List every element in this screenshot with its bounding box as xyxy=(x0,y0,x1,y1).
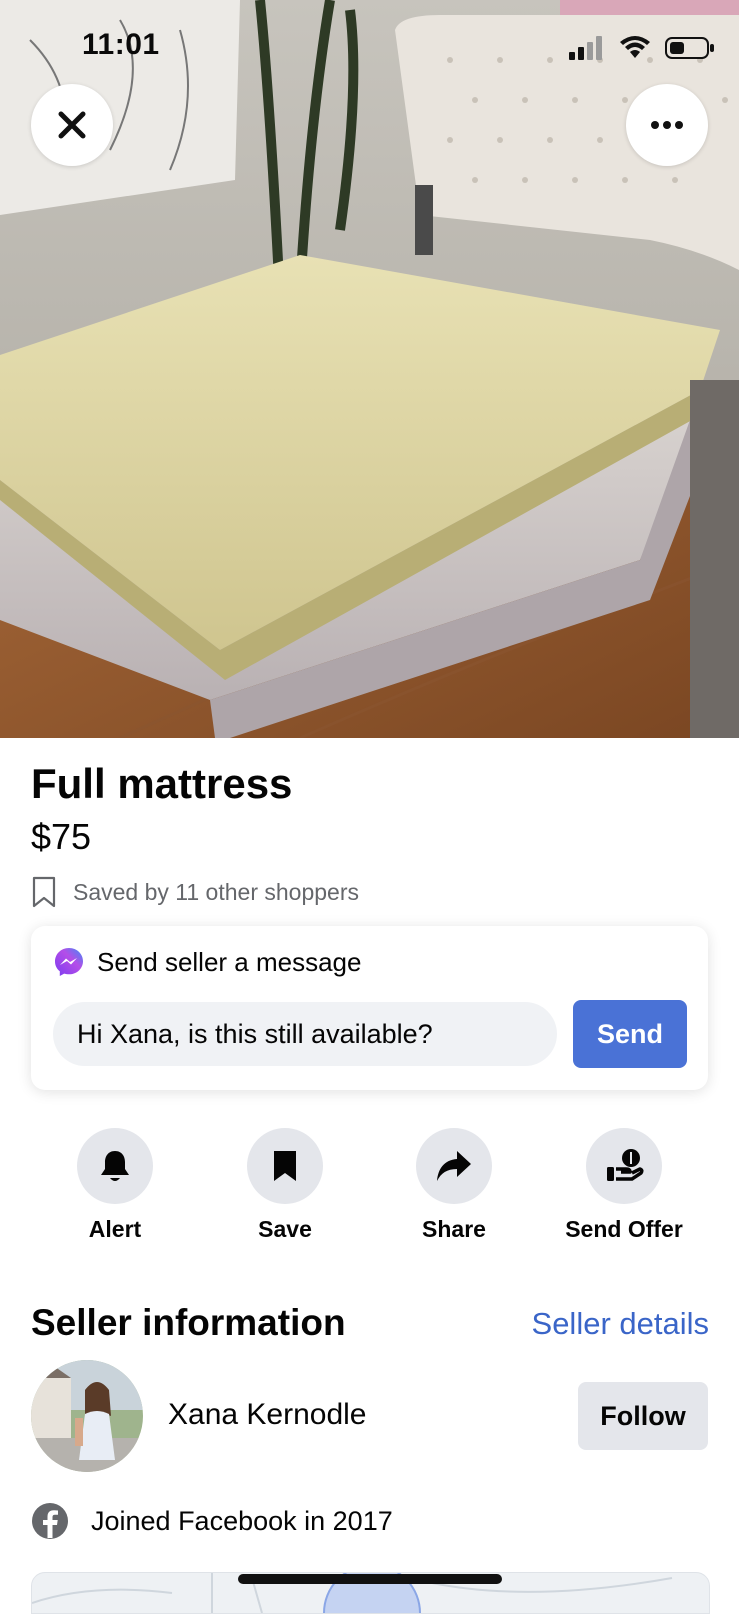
seller-name[interactable]: Xana Kernodle xyxy=(168,1398,367,1432)
follow-button[interactable]: Follow xyxy=(578,1382,708,1450)
seller-details-link[interactable]: Seller details xyxy=(532,1306,709,1342)
send-message-button[interactable]: Send xyxy=(573,1000,687,1068)
message-input[interactable] xyxy=(53,1002,557,1066)
share-label: Share xyxy=(422,1216,486,1242)
send-offer-button[interactable] xyxy=(586,1128,662,1204)
wifi-icon xyxy=(620,36,650,58)
bookmark-outline-icon xyxy=(32,876,56,908)
save-action[interactable]: Save xyxy=(200,1128,370,1243)
messenger-icon xyxy=(55,948,83,976)
more-icon xyxy=(651,121,683,129)
facebook-icon xyxy=(32,1503,68,1539)
more-options-button[interactable] xyxy=(626,84,708,166)
joined-row: Joined Facebook in 2017 xyxy=(31,1502,393,1540)
seller-avatar[interactable] xyxy=(31,1360,143,1472)
alert-button[interactable] xyxy=(77,1128,153,1204)
bell-icon xyxy=(101,1151,129,1181)
close-button[interactable] xyxy=(31,84,113,166)
close-icon xyxy=(58,111,86,139)
seller-info-heading: Seller information xyxy=(31,1302,346,1343)
send-offer-icon xyxy=(607,1149,644,1181)
battery-icon xyxy=(665,37,714,59)
listing-title: Full mattress xyxy=(31,760,293,807)
joined-text: Joined Facebook in 2017 xyxy=(91,1505,393,1536)
save-button[interactable] xyxy=(247,1128,323,1204)
message-card-header: Send seller a message xyxy=(53,946,361,978)
save-label: Save xyxy=(258,1216,312,1242)
message-card-title: Send seller a message xyxy=(97,946,362,977)
share-icon xyxy=(437,1151,471,1181)
send-offer-label: Send Offer xyxy=(565,1216,683,1242)
alert-label: Alert xyxy=(88,1216,142,1242)
bookmark-icon xyxy=(274,1151,296,1181)
avatar-image xyxy=(31,1360,143,1472)
alert-action[interactable]: Alert xyxy=(30,1128,200,1243)
share-action[interactable]: Share xyxy=(369,1128,539,1243)
listing-actions: Alert Save Share Send Offer xyxy=(0,1128,739,1248)
saved-count-row: Saved by 11 other shoppers xyxy=(31,876,359,908)
message-seller-card: Send seller a message Send xyxy=(31,926,708,1090)
saved-count-text: Saved by 11 other shoppers xyxy=(73,878,359,905)
status-bar: 11:01 xyxy=(0,0,739,100)
cellular-signal-icon xyxy=(569,36,602,60)
send-offer-action[interactable]: Send Offer xyxy=(539,1128,709,1243)
share-button[interactable] xyxy=(416,1128,492,1204)
home-indicator xyxy=(238,1574,502,1584)
status-icons xyxy=(569,36,715,60)
listing-price: $75 xyxy=(31,816,92,857)
status-time: 11:01 xyxy=(82,28,160,61)
